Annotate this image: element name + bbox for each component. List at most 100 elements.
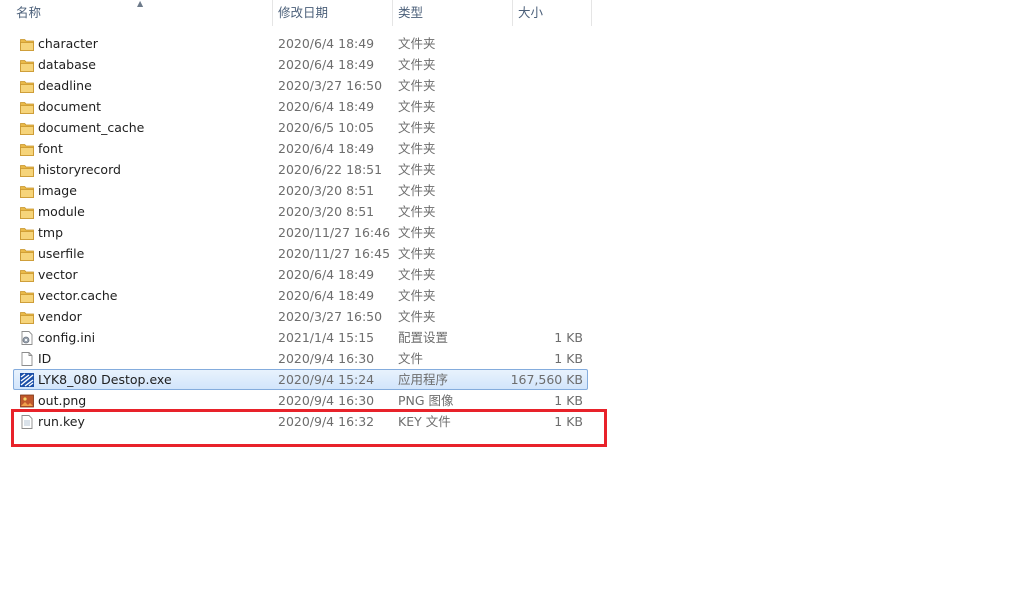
file-size: 1 KB [554, 351, 583, 366]
folder-icon [19, 162, 35, 178]
file-date-modified: 2020/9/4 16:30 [278, 351, 375, 366]
file-type: 文件夹 [398, 246, 436, 261]
file-name: document_cache [38, 120, 145, 135]
file-date-modified: 2020/3/27 16:50 [278, 309, 383, 324]
column-header-name-label: 名称 [16, 5, 42, 20]
file-row[interactable]: LYK8_080 Destop.exe 2020/9/4 15:24 应用程序 167… [13, 369, 588, 390]
file-row[interactable]: module 2020/3/20 8:51 文件夹 [13, 201, 588, 222]
folder-icon [19, 246, 35, 262]
folder-icon [19, 288, 35, 304]
file-name: character [38, 36, 98, 51]
file-size: 1 KB [554, 330, 583, 345]
file-name: userfile [38, 246, 85, 261]
file-row[interactable]: historyrecord 2020/6/22 18:51 文件夹 [13, 159, 588, 180]
red-highlight-annotation [11, 409, 607, 447]
folder-icon [19, 78, 35, 94]
folder-icon [19, 225, 35, 241]
file-type: 文件夹 [398, 36, 436, 51]
file-type: 文件夹 [398, 162, 436, 177]
file-date-modified: 2020/3/20 8:51 [278, 183, 375, 198]
file-name: tmp [38, 225, 64, 240]
file-name: vector [38, 267, 78, 282]
file-name: database [38, 57, 96, 72]
file-type: 文件夹 [398, 204, 436, 219]
folder-icon [19, 267, 35, 283]
file-name: deadline [38, 78, 92, 93]
file-row[interactable]: config.ini 2021/1/4 15:15 配置设置 1 KB [13, 327, 588, 348]
file-type: 文件夹 [398, 267, 436, 282]
file-type: 文件夹 [398, 141, 436, 156]
file-row[interactable]: ID 2020/9/4 16:30 文件 1 KB [13, 348, 588, 369]
folder-icon [19, 183, 35, 199]
file-name: out.png [38, 393, 87, 408]
file-row[interactable]: font 2020/6/4 18:49 文件夹 [13, 138, 588, 159]
file-date-modified: 2020/3/20 8:51 [278, 204, 375, 219]
file-date-modified: 2020/9/4 15:24 [278, 372, 375, 387]
file-date-modified: 2020/6/5 10:05 [278, 120, 375, 135]
file-row[interactable]: tmp 2020/11/27 16:46 文件夹 [13, 222, 588, 243]
file-row[interactable]: vendor 2020/3/27 16:50 文件夹 [13, 306, 588, 327]
column-header-size[interactable]: 大小 [512, 0, 592, 26]
file-row[interactable]: character 2020/6/4 18:49 文件夹 [13, 33, 588, 54]
column-header-type[interactable]: 类型 [392, 0, 512, 26]
file-name: LYK8_080 Destop.exe [38, 372, 172, 387]
column-header-bar: 名称 ▲ 修改日期 类型 大小 [0, 0, 1024, 26]
folder-icon [19, 57, 35, 73]
folder-icon [19, 36, 35, 52]
file-type: 文件夹 [398, 57, 436, 72]
file-date-modified: 2020/6/4 18:49 [278, 141, 375, 156]
file-date-modified: 2020/6/4 18:49 [278, 57, 375, 72]
file-date-modified: 2020/9/4 16:30 [278, 393, 375, 408]
file-name: document [38, 99, 102, 114]
file-row[interactable]: vector.cache 2020/6/4 18:49 文件夹 [13, 285, 588, 306]
file-date-modified: 2020/6/4 18:49 [278, 36, 375, 51]
config-file-icon [19, 330, 35, 346]
file-row[interactable]: document_cache 2020/6/5 10:05 文件夹 [13, 117, 588, 138]
file-name: ID [38, 351, 52, 366]
image-file-icon [19, 393, 35, 409]
file-name: image [38, 183, 77, 198]
file-row[interactable]: out.png 2020/9/4 16:30 PNG 图像 1 KB [13, 390, 588, 411]
folder-icon [19, 141, 35, 157]
file-type: 文件 [398, 351, 424, 366]
folder-icon [19, 204, 35, 220]
column-header-size-label: 大小 [518, 5, 544, 20]
file-name: font [38, 141, 63, 156]
file-date-modified: 2020/6/4 18:49 [278, 288, 375, 303]
file-name: historyrecord [38, 162, 121, 177]
file-type: 应用程序 [398, 372, 449, 387]
file-name: vendor [38, 309, 82, 324]
file-type: 配置设置 [398, 330, 449, 345]
file-type: 文件夹 [398, 183, 436, 198]
file-type: 文件夹 [398, 78, 436, 93]
file-type: 文件夹 [398, 225, 436, 240]
file-date-modified: 2020/6/4 18:49 [278, 267, 375, 282]
file-date-modified: 2021/1/4 15:15 [278, 330, 375, 345]
file-name: config.ini [38, 330, 96, 345]
file-type: 文件夹 [398, 99, 436, 114]
file-row[interactable]: document 2020/6/4 18:49 文件夹 [13, 96, 588, 117]
file-row[interactable]: deadline 2020/3/27 16:50 文件夹 [13, 75, 588, 96]
file-date-modified: 2020/11/27 16:45 [278, 246, 391, 261]
file-size: 167,560 KB [510, 372, 583, 387]
file-row[interactable]: vector 2020/6/4 18:49 文件夹 [13, 264, 588, 285]
file-row[interactable]: userfile 2020/11/27 16:45 文件夹 [13, 243, 588, 264]
file-date-modified: 2020/6/4 18:49 [278, 99, 375, 114]
column-header-date-label: 修改日期 [278, 5, 329, 20]
application-icon [19, 372, 35, 388]
column-header-name[interactable]: 名称 [0, 0, 272, 26]
file-date-modified: 2020/11/27 16:46 [278, 225, 391, 240]
blank-file-icon [19, 351, 35, 367]
folder-icon [19, 309, 35, 325]
sort-ascending-icon: ▲ [137, 0, 144, 8]
file-row[interactable]: database 2020/6/4 18:49 文件夹 [13, 54, 588, 75]
file-name: vector.cache [38, 288, 118, 303]
file-type: 文件夹 [398, 309, 436, 324]
file-row[interactable]: image 2020/3/20 8:51 文件夹 [13, 180, 588, 201]
folder-icon [19, 120, 35, 136]
column-header-date[interactable]: 修改日期 [272, 0, 392, 26]
folder-icon [19, 99, 35, 115]
file-type: PNG 图像 [398, 393, 454, 408]
file-name: module [38, 204, 85, 219]
file-type: 文件夹 [398, 288, 436, 303]
